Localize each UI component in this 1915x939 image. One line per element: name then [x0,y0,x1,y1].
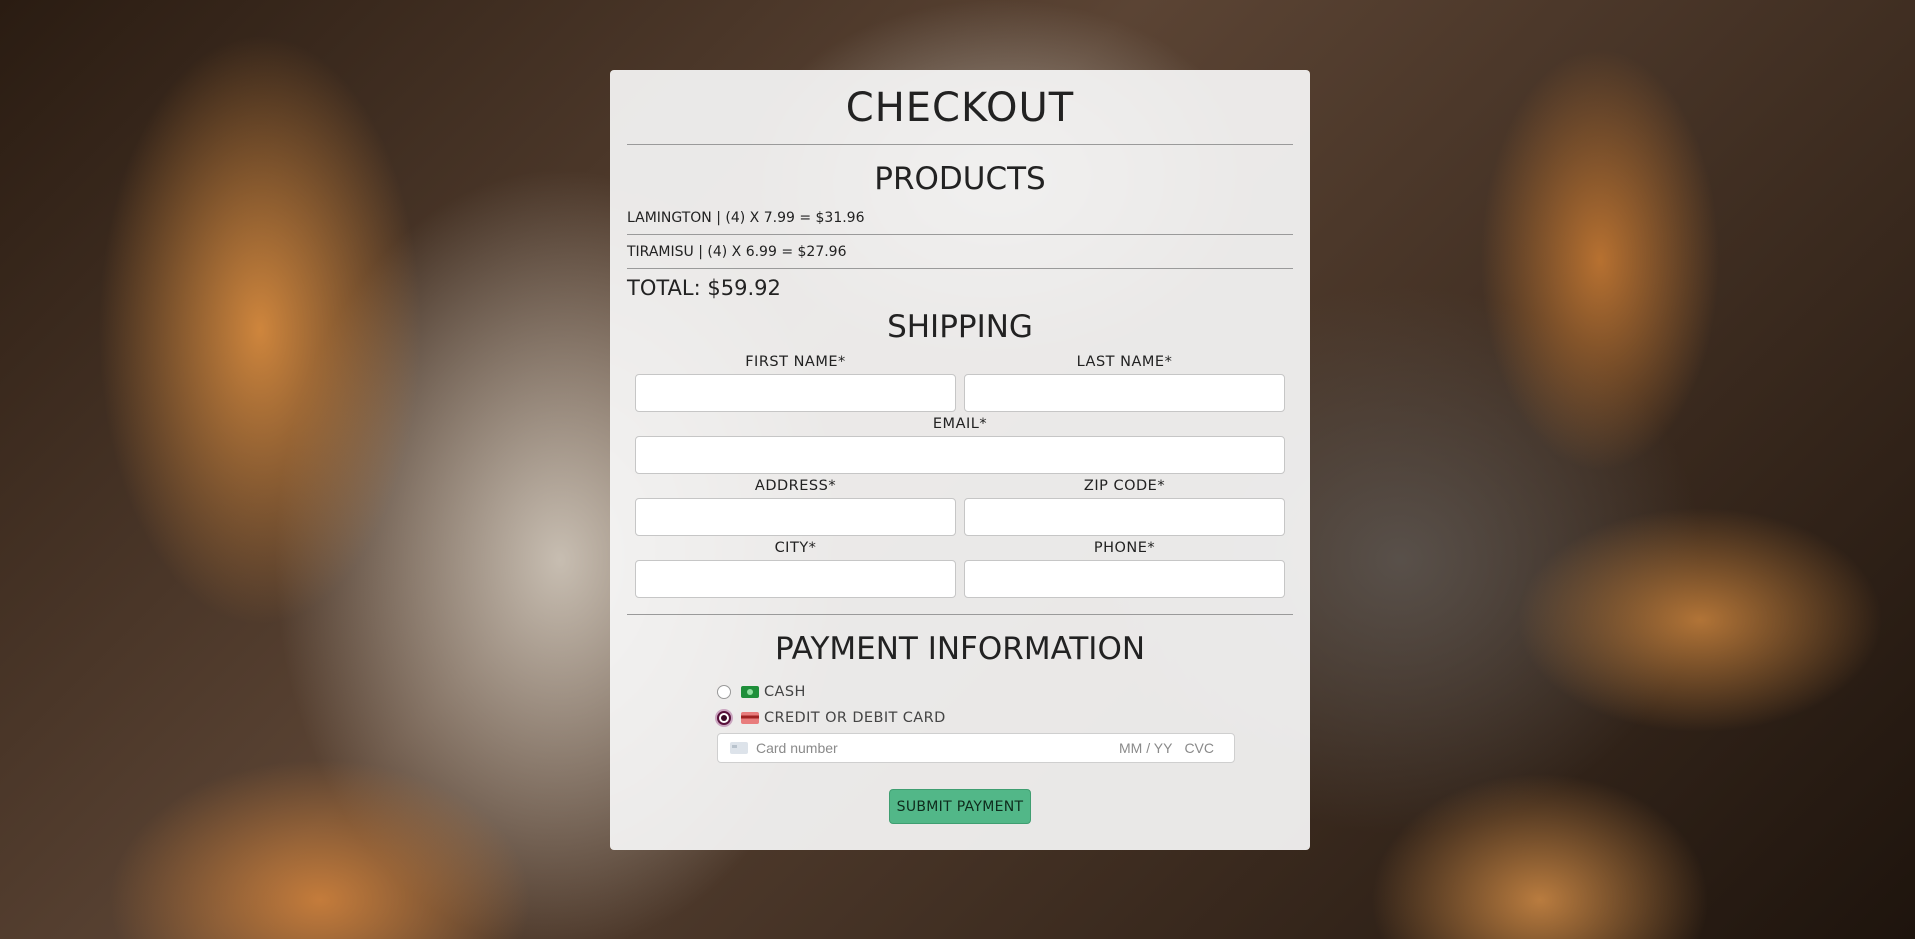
email-input[interactable] [635,436,1285,474]
products-heading: PRODUCTS [874,161,1046,197]
city-group: CITY* [635,536,956,598]
card-brand-icon [730,742,748,754]
payment-option-label: CASH [764,684,806,700]
phone-group: PHONE* [964,536,1285,598]
order-total: TOTAL: $59.92 [627,276,781,300]
product-line: TIRAMISU | (4) X 6.99 = $27.96 [627,237,1293,269]
email-row: EMAIL* [627,412,1293,474]
last-name-group: LAST NAME* [964,350,1285,412]
first-name-group: FIRST NAME* [635,350,956,412]
payment-options: CASH CREDIT OR DEBIT CARD [717,679,1293,731]
cash-radio[interactable] [717,685,731,699]
address-label: ADDRESS* [754,478,837,494]
shipping-heading: SHIPPING [887,309,1033,345]
last-name-label: LAST NAME* [1076,354,1173,370]
first-name-label: FIRST NAME* [745,354,846,370]
payment-option-label: CREDIT OR DEBIT CARD [764,710,946,726]
last-name-input[interactable] [964,374,1285,412]
email-group: EMAIL* [635,412,1285,474]
card-input[interactable]: Card number MM / YY CVC [717,733,1235,763]
card-expiry-field[interactable]: MM / YY [1119,740,1172,756]
payment-option-cash[interactable]: CASH [717,679,1293,705]
address-input[interactable] [635,498,956,536]
card-cvc-field[interactable]: CVC [1184,740,1214,756]
cash-icon [741,686,759,698]
product-line: LAMINGTON | (4) X 7.99 = $31.96 [627,203,1293,235]
checkout-card: CHECKOUT PRODUCTS LAMINGTON | (4) X 7.99… [610,70,1310,850]
name-row: FIRST NAME* LAST NAME* [627,350,1293,412]
payment-heading: PAYMENT INFORMATION [774,631,1146,667]
phone-label: PHONE* [1093,540,1156,556]
city-input[interactable] [635,560,956,598]
divider [627,614,1293,615]
address-row: ADDRESS* ZIP CODE* [627,474,1293,536]
city-row: CITY* PHONE* [627,536,1293,598]
zip-code-label: ZIP CODE* [1083,478,1166,494]
submit-payment-button[interactable]: SUBMIT PAYMENT [889,789,1031,824]
credit-card-icon [741,712,759,724]
city-label: CITY* [774,540,817,556]
page-title: CHECKOUT [845,85,1075,131]
address-group: ADDRESS* [635,474,956,536]
phone-input[interactable] [964,560,1285,598]
zip-code-group: ZIP CODE* [964,474,1285,536]
zip-code-input[interactable] [964,498,1285,536]
payment-option-card[interactable]: CREDIT OR DEBIT CARD [717,705,1293,731]
first-name-input[interactable] [635,374,956,412]
divider [627,144,1293,145]
card-radio[interactable] [717,711,731,725]
email-label: EMAIL* [932,416,988,432]
card-number-field[interactable]: Card number [756,740,1119,756]
